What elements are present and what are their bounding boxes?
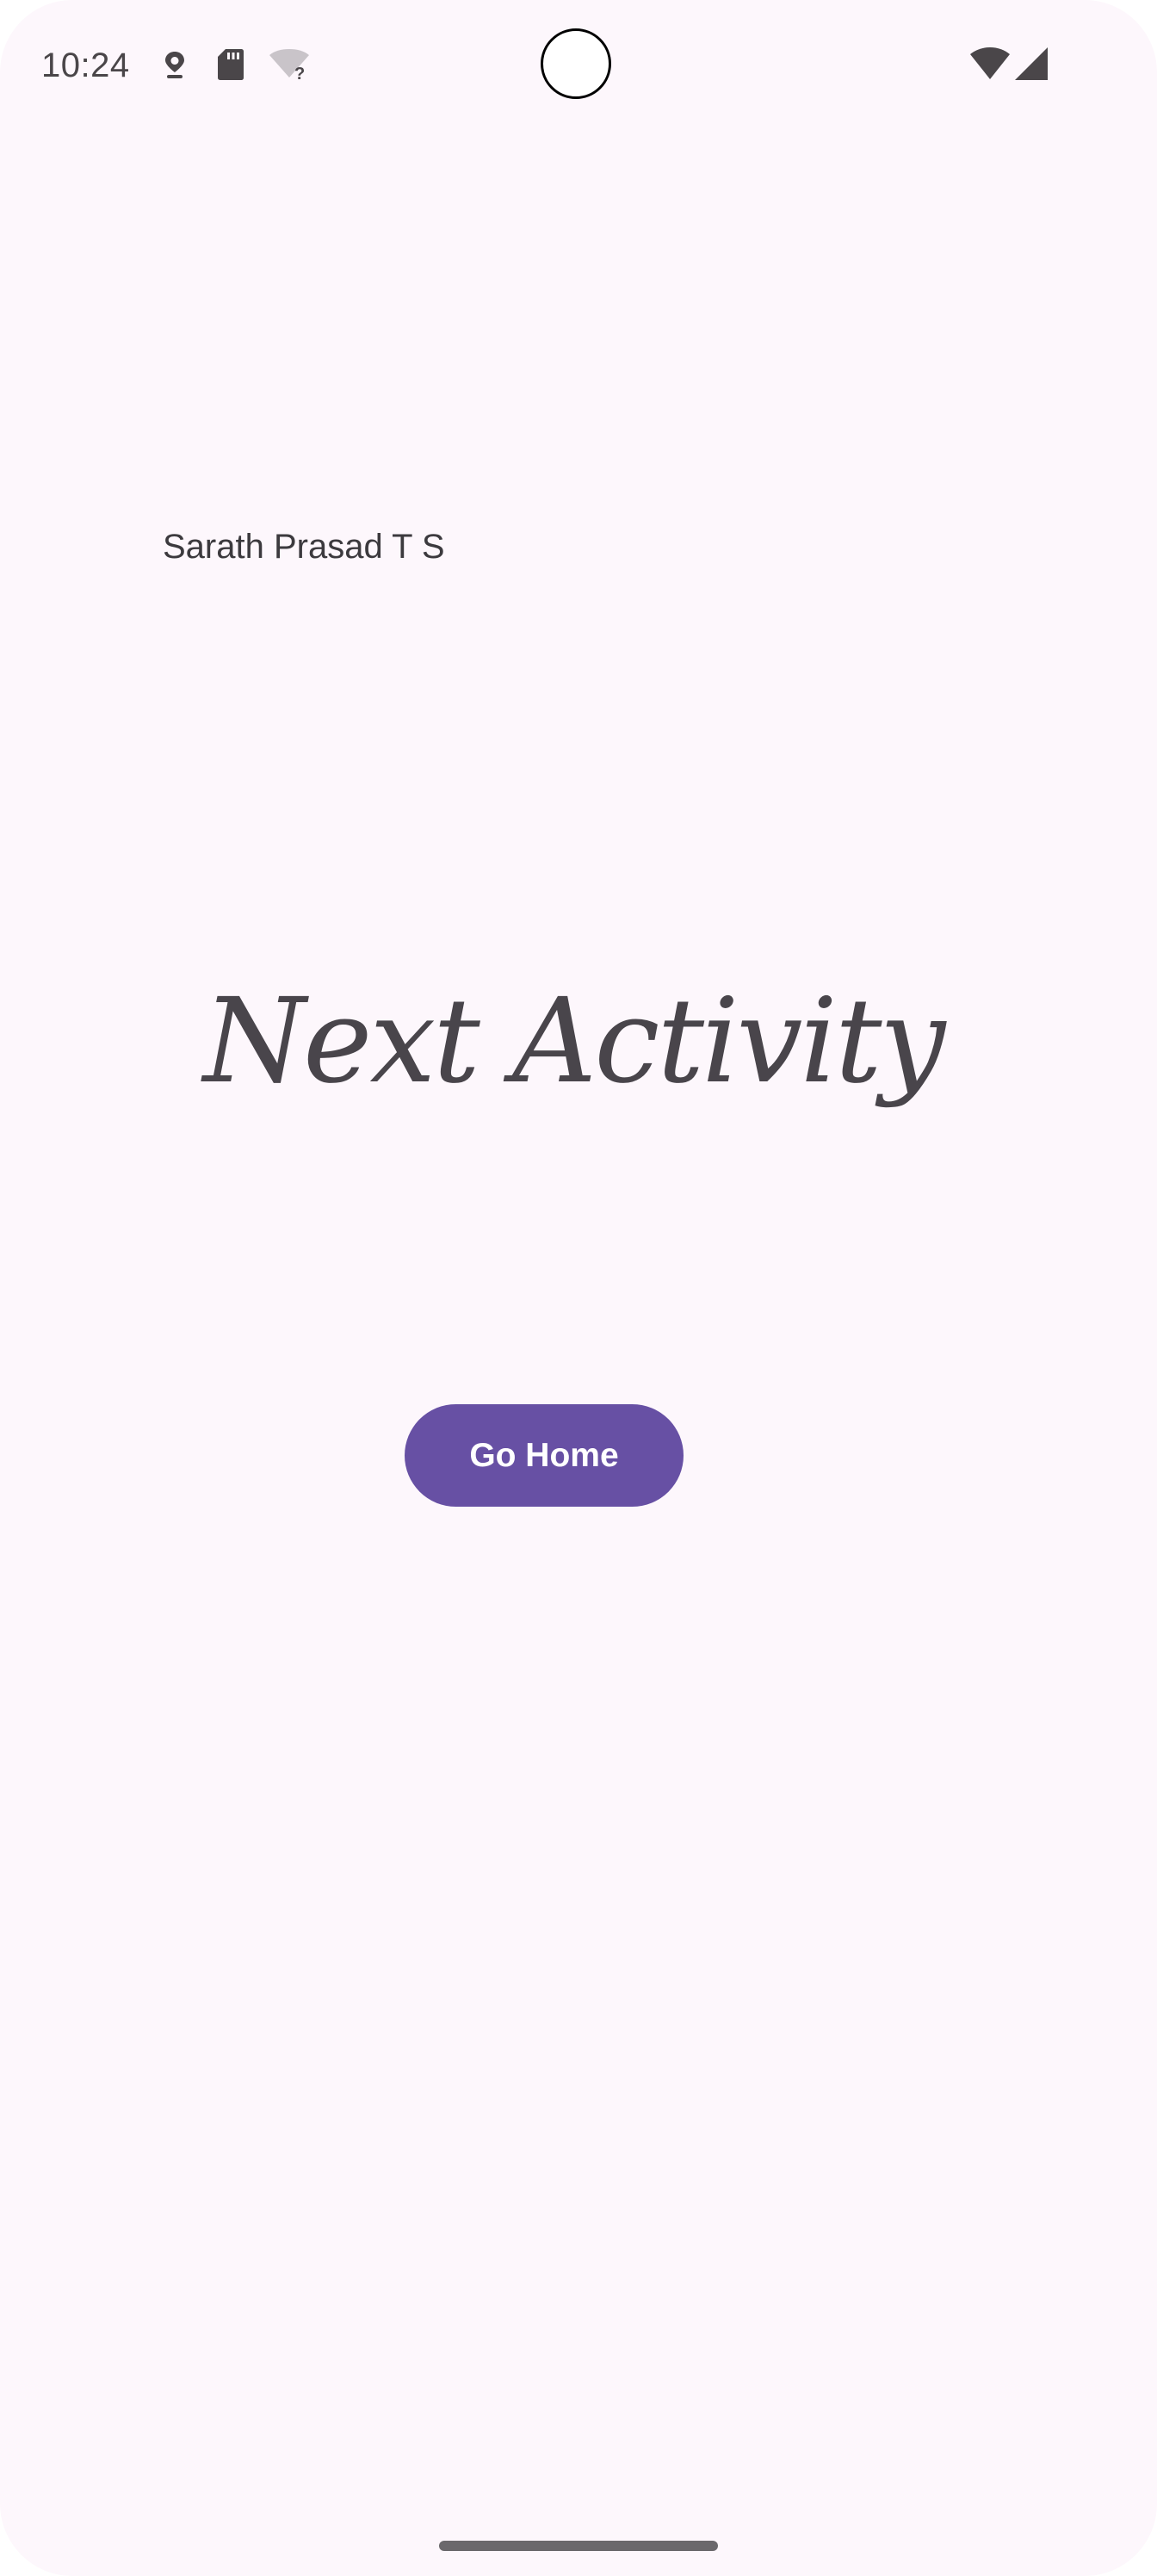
status-time: 10:24 [41, 46, 130, 84]
go-home-button[interactable]: Go Home [405, 1404, 684, 1507]
author-name-label: Sarath Prasad T S [163, 528, 445, 566]
location-pin-icon [165, 52, 184, 78]
status-bar: 10:24 ? [0, 0, 1157, 129]
cell-signal-icon [1015, 47, 1048, 80]
home-gesture-bar[interactable] [439, 2541, 718, 2551]
svg-text:?: ? [294, 65, 305, 81]
wifi-icon [970, 47, 1010, 79]
front-camera-cutout [541, 28, 611, 99]
wifi-unknown-icon: ? [269, 49, 309, 81]
sd-card-icon [218, 49, 244, 80]
activity-title: Next Activity [203, 974, 945, 1110]
app-screen: 10:24 ? Sarath Prasad T S Next Activity … [0, 0, 1157, 2576]
